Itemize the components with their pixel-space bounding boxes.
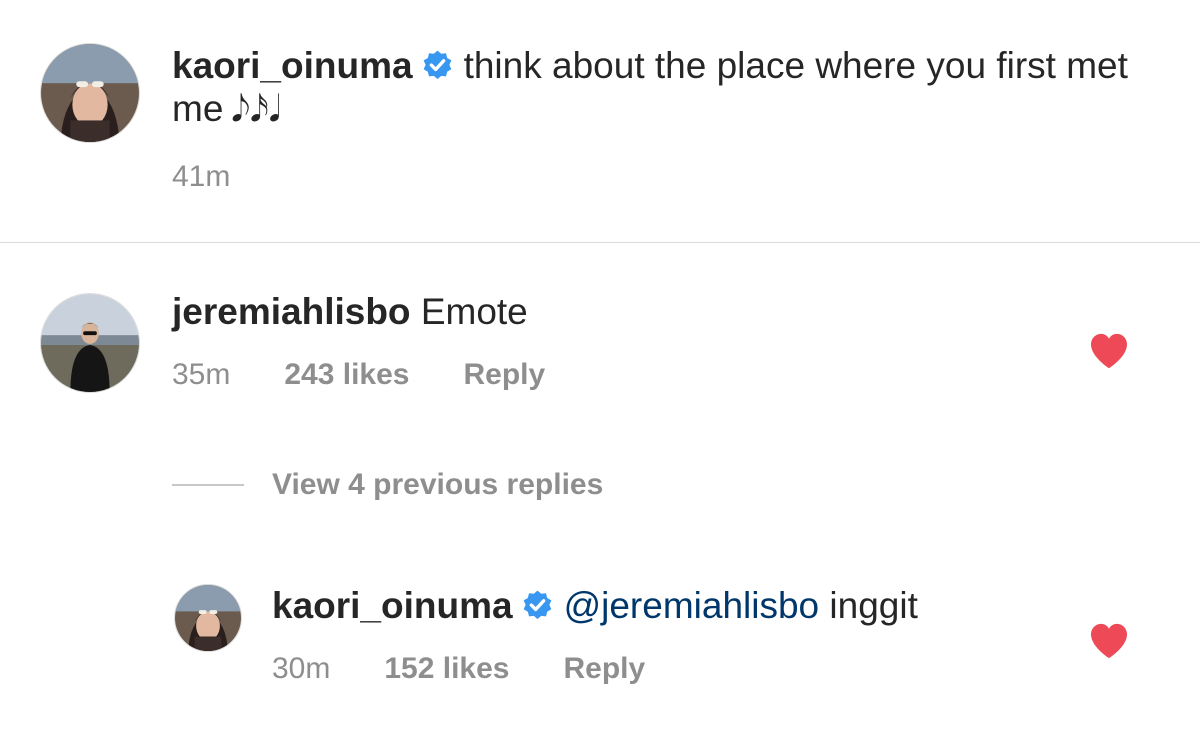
reply-body: kaori_oinuma @jeremiahlisbo inggit [272, 584, 918, 627]
comment-body: jeremiahlisbo Emote [172, 290, 528, 333]
view-previous-replies-label: View 4 previous replies [272, 468, 604, 501]
reply-like-heart-icon[interactable] [1089, 623, 1129, 659]
comment-likes[interactable]: 243 likes [284, 358, 409, 392]
reply-timestamp[interactable]: 30m [272, 652, 330, 686]
avatar-image-kaori [41, 44, 139, 142]
caption-meta: 41m [172, 160, 230, 194]
view-previous-replies-button[interactable]: View 4 previous replies [172, 468, 603, 502]
avatar-image-kaori-small [175, 585, 241, 651]
replies-divider-line [172, 484, 244, 486]
reply-likes[interactable]: 152 likes [384, 652, 509, 686]
reply-mention-link[interactable]: @jeremiahlisbo [564, 585, 820, 626]
avatar-image-jeremiah [41, 294, 139, 392]
comment-timestamp[interactable]: 35m [172, 358, 230, 392]
comment-avatar[interactable] [40, 293, 140, 393]
reply-username[interactable]: kaori_oinuma [272, 585, 513, 626]
caption-avatar[interactable] [40, 43, 140, 143]
comments-view: kaori_oinuma think about the place where … [0, 0, 1200, 752]
comment-like-heart-icon[interactable] [1089, 333, 1129, 369]
music-notes-icon: 𝅘𝅥𝅮𝅘𝅥𝅯𝅘𝅥 [231, 88, 281, 129]
caption-divider [0, 242, 1200, 243]
caption-username[interactable]: kaori_oinuma [172, 45, 413, 86]
comment-meta: 35m 243 likes Reply [172, 358, 545, 392]
reply-avatar[interactable] [174, 584, 242, 652]
verified-badge-icon [421, 49, 454, 82]
reply-reply-button[interactable]: Reply [563, 652, 645, 686]
verified-badge-icon [521, 589, 554, 622]
comment-reply-button[interactable]: Reply [463, 358, 545, 392]
reply-meta: 30m 152 likes Reply [272, 652, 645, 686]
reply-text: inggit [829, 585, 918, 626]
caption-body: kaori_oinuma think about the place where … [172, 44, 1162, 130]
comment-username[interactable]: jeremiahlisbo [172, 291, 411, 332]
comment-text: Emote [420, 291, 528, 332]
caption-timestamp[interactable]: 41m [172, 160, 230, 194]
